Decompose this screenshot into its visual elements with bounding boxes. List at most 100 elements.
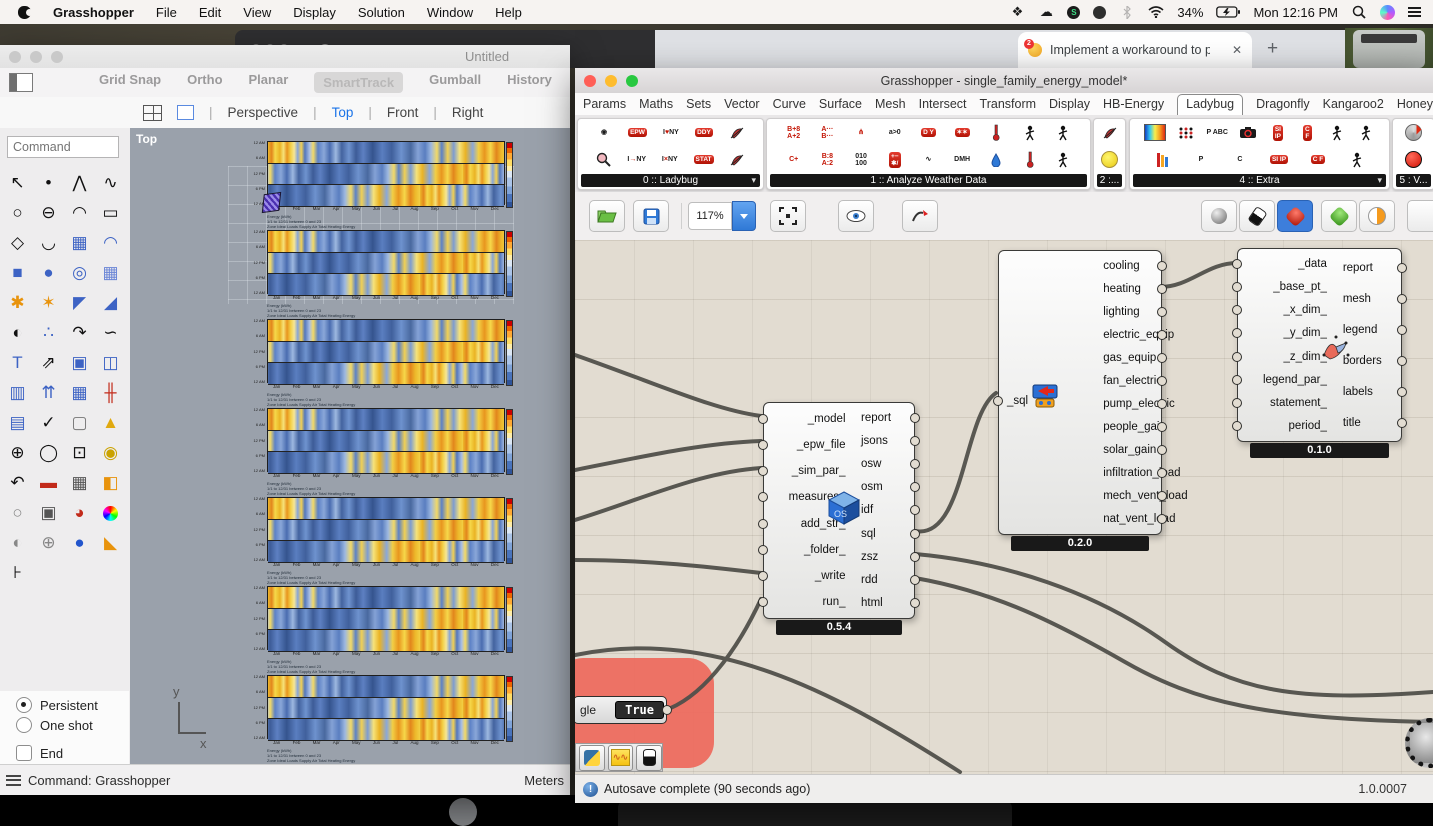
seated-person-icon[interactable] — [1054, 148, 1072, 172]
menu-view[interactable]: View — [243, 5, 271, 20]
open-file-button[interactable] — [589, 200, 625, 232]
notification-center-icon[interactable] — [1408, 5, 1421, 19]
trim-tool-icon[interactable]: ◤ — [64, 288, 95, 318]
ladybug-download-icon[interactable]: ◉ — [595, 121, 613, 145]
split-tool-icon[interactable]: ◢ — [95, 288, 126, 318]
viewport-label[interactable]: Top — [136, 132, 157, 146]
red-dot-icon[interactable] — [1405, 148, 1423, 172]
tab-maths[interactable]: Maths — [639, 95, 673, 115]
puzzle-explode-icon[interactable]: ✱ — [2, 288, 33, 318]
zoom-window-icon[interactable]: ◯ — [33, 438, 64, 468]
zoom-target-icon[interactable]: ◉ — [95, 438, 126, 468]
text-tool-icon[interactable]: T — [2, 348, 33, 378]
wire-display-button[interactable] — [1201, 200, 1237, 232]
output-port[interactable] — [910, 505, 920, 515]
compass-icon[interactable] — [1405, 121, 1423, 145]
preview-eye-button[interactable] — [838, 200, 874, 232]
menu-solution[interactable]: Solution — [358, 5, 405, 20]
input-port[interactable] — [758, 440, 768, 450]
dots-grid-icon[interactable] — [1177, 121, 1195, 145]
output-port[interactable] — [1157, 445, 1167, 455]
math-ops-icon[interactable]: +− ✱/ — [886, 148, 904, 172]
menu-icon[interactable] — [6, 772, 21, 788]
thermometer2-icon[interactable] — [1021, 148, 1039, 172]
ribbon-group-label[interactable]: 4 :: Extra▾ — [1133, 174, 1386, 187]
grasshopper-canvas[interactable]: _model_epw_file_sim_par_measures_add_str… — [575, 240, 1433, 775]
graph-icon[interactable]: ∿ — [919, 148, 937, 172]
output-port[interactable] — [1397, 387, 1407, 397]
menu-file[interactable]: File — [156, 5, 177, 20]
ribbon-group-label[interactable]: 1 :: Analyze Weather Data — [770, 174, 1087, 187]
curve-tool-icon[interactable]: ∿ — [95, 168, 126, 198]
conditional-icon[interactable]: a>0 — [886, 121, 904, 145]
zoom-level-value[interactable]: 117% — [688, 202, 732, 230]
ddy-icon[interactable]: DDY — [695, 121, 713, 145]
tab-sets[interactable]: Sets — [686, 95, 711, 115]
radio-icon[interactable] — [16, 697, 32, 713]
walking-person-icon[interactable] — [1021, 121, 1039, 145]
gradient-icon[interactable] — [1144, 121, 1166, 145]
toggle-output-port[interactable] — [662, 705, 672, 715]
si-ip-icon[interactable]: SI IP — [1269, 121, 1287, 145]
person-p2-icon[interactable] — [1357, 121, 1375, 145]
block-tool-icon[interactable]: ▣ — [64, 348, 95, 378]
input-port[interactable] — [758, 466, 768, 476]
option-end[interactable]: End — [0, 743, 129, 763]
box-edit-icon[interactable]: ▥ — [2, 378, 33, 408]
output-port[interactable] — [910, 436, 920, 446]
close-icon[interactable] — [9, 51, 21, 63]
sphere-tool-icon[interactable]: ● — [33, 258, 64, 288]
input-port[interactable] — [758, 414, 768, 424]
menu-display[interactable]: Display — [293, 5, 336, 20]
layout-icon[interactable]: ◧ — [95, 468, 126, 498]
cloud-backup-icon[interactable]: ☁ — [1038, 4, 1054, 20]
dropbox-icon[interactable]: ❖ — [1009, 4, 1025, 20]
search-icon[interactable] — [595, 148, 613, 172]
viewport-tab-perspective[interactable]: Perspective — [228, 105, 299, 120]
patch-surface-icon[interactable]: ▦ — [95, 258, 126, 288]
shaded-display-button[interactable] — [1277, 200, 1313, 232]
wifi-icon[interactable] — [1148, 4, 1164, 20]
output-port[interactable] — [1157, 330, 1167, 340]
tab-dragonfly[interactable]: Dragonfly — [1256, 95, 1310, 115]
zoom-dropdown-button[interactable] — [732, 201, 756, 231]
tab-transform[interactable]: Transform — [980, 95, 1037, 115]
node-room-results[interactable]: _sqlcoolingheatinglightingelectric_equip… — [998, 250, 1162, 535]
blue-sphere-icon[interactable]: ● — [64, 528, 95, 558]
grasshopper-titlebar[interactable]: Grasshopper - single_family_energy_model… — [575, 68, 1433, 93]
fly2-icon[interactable] — [728, 148, 746, 172]
minimize-icon[interactable] — [30, 51, 42, 63]
sun-path-icon[interactable] — [1101, 148, 1119, 172]
radio-icon[interactable] — [16, 717, 32, 733]
expand-arrow-icon[interactable]: ▾ — [751, 175, 756, 186]
pyramid-tool-icon[interactable]: ▲ — [95, 408, 126, 438]
color-wheel-icon[interactable] — [95, 498, 126, 528]
fly-icon[interactable] — [728, 121, 746, 145]
polyline-tool-icon[interactable]: ⋀ — [64, 168, 95, 198]
panel-toggle-icon[interactable] — [9, 73, 33, 92]
copy-tool-icon[interactable]: ▤ — [2, 408, 33, 438]
input-port[interactable] — [758, 571, 768, 581]
mirror-tool-icon[interactable]: ◫ — [95, 348, 126, 378]
output-port[interactable] — [1157, 261, 1167, 271]
input-port[interactable] — [758, 597, 768, 607]
blend-curve-icon[interactable]: ∽ — [95, 318, 126, 348]
circle-tool-icon[interactable]: ○ — [2, 198, 33, 228]
si-ip2-icon[interactable]: SI IP — [1270, 148, 1288, 172]
remove-loc-icon[interactable]: I×NY — [661, 148, 679, 172]
input-port[interactable] — [1232, 305, 1242, 315]
c-add-icon[interactable]: C+ — [785, 148, 803, 172]
mesh-box-icon[interactable]: ▢ — [64, 408, 95, 438]
partial-button[interactable] — [1407, 200, 1433, 232]
person-p-icon[interactable] — [1328, 121, 1346, 145]
seated-p-icon[interactable] — [1348, 148, 1366, 172]
zoom-extents-icon[interactable]: ⊡ — [64, 438, 95, 468]
curved-surface-icon[interactable]: ◠ — [95, 228, 126, 258]
save-file-button[interactable] — [633, 200, 669, 232]
ellipse-tool-icon[interactable]: ⊖ — [33, 198, 64, 228]
point-tool-icon[interactable]: • — [33, 168, 64, 198]
output-port[interactable] — [1157, 376, 1167, 386]
output-port[interactable] — [910, 459, 920, 469]
zoom-in-icon[interactable]: ⊕ — [2, 438, 33, 468]
tab-surface[interactable]: Surface — [819, 95, 862, 115]
